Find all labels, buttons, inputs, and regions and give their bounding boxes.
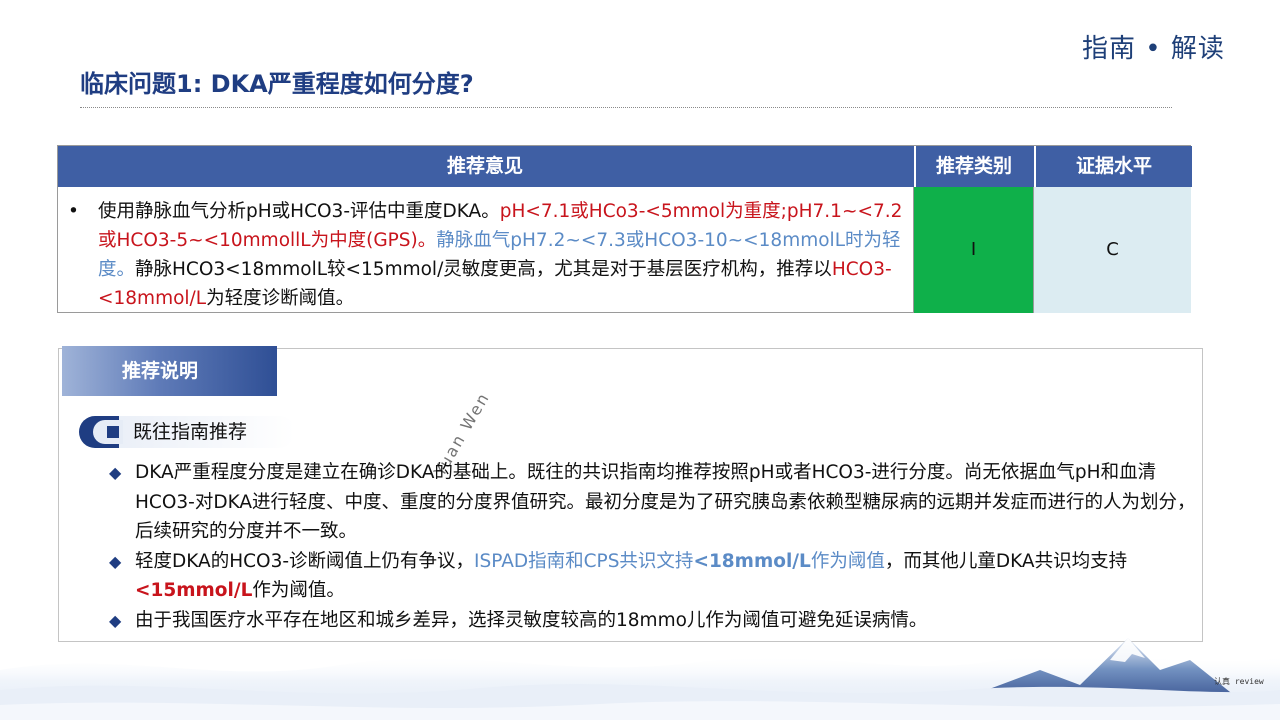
point-2-part-1: 轻度DKA的HCO3-诊断阈值上仍有争议， [135, 550, 475, 572]
recommendation-text: • 使用静脉血气分析pH或HCO3-评估中重度DKA。pH<7.1或HCo3-<… [66, 197, 906, 313]
rec-seg-4: 静脉HCO3<18mmolL较<15mmol/灵敏度更高，尤其是对于基层医疗机构… [135, 259, 832, 280]
header-level: 证据水平 [1034, 146, 1192, 187]
point-3-text: 由于我国医疗水平存在地区和城乡差异，选择灵敏度较高的18mmo儿作为阈值可避免延… [135, 609, 928, 631]
header-opinion: 推荐意见 [446, 155, 523, 177]
evidence-level-cell: C [1033, 187, 1191, 313]
explanation-points: ◆ DKA严重程度分度是建立在确诊DKA的基础上。既往的共识指南均推荐按照pH或… [107, 458, 1197, 635]
page-title: 临床问题1: DKA严重程度如何分度? [80, 70, 474, 98]
explanation-panel: 推荐说明 既往指南推荐 ◆ DKA严重程度分度是建立在确诊DKA的基础上。既往的… [58, 346, 1203, 642]
rec-seg-6: 为轻度诊断阈值。 [206, 288, 355, 309]
subsection-label: 既往指南推荐 [133, 421, 248, 443]
list-item: ◆ DKA严重程度分度是建立在确诊DKA的基础上。既往的共识指南均推荐按照pH或… [107, 458, 1197, 547]
square-bullet-icon [107, 426, 119, 438]
rec-seg-1: 使用静脉血气分析pH或HCO3-评估中重度DKA。 [98, 201, 500, 222]
bullet-dot: • [68, 201, 79, 222]
point-2-part-4: 作为阈值 [810, 550, 885, 572]
point-2-part-7: 作为阈值。 [252, 580, 345, 601]
subsection-pill: 既往指南推荐 [79, 416, 295, 448]
table-body-row: • 使用静脉血气分析pH或HCO3-评估中重度DKA。pH<7.1或HCo3-<… [58, 187, 1192, 313]
list-item: ◆ 轻度DKA的HCO3-诊断阈值上仍有争议，ISPAD指南和CPS共识文持<1… [107, 547, 1197, 606]
point-2-part-5: ，而其他儿童DKA共识均支持 [884, 550, 1128, 572]
recommendation-table: 推荐意见 推荐类别 证据水平 • 使用静脉血气分析pH或HCO3-评估中重度DK… [57, 145, 1192, 313]
header-type: 推荐类别 [914, 146, 1032, 187]
footer-tag: 认真 review [1214, 677, 1264, 686]
point-2-part-3: <18mmol/L [693, 550, 811, 572]
diamond-bullet-icon: ◆ [109, 463, 122, 482]
table-header-row: 推荐意见 推荐类别 证据水平 [58, 146, 1192, 187]
explanation-tab-label: 推荐说明 [62, 346, 277, 396]
diamond-bullet-icon: ◆ [109, 551, 122, 571]
brand-logo-text: 指南 • 解读 [1082, 34, 1225, 64]
point-2-part-2: ISPAD指南和CPS共识文持 [474, 550, 694, 572]
title-divider [80, 107, 1172, 108]
point-2-part-6: <15mmol/L [135, 580, 253, 601]
mountain-footer-image [0, 638, 1280, 720]
recommendation-type-cell: I [913, 187, 1033, 313]
point-1-text: DKA严重程度分度是建立在确诊DKA的基础上。既往的共识指南均推荐按照pH或者H… [135, 462, 1196, 542]
